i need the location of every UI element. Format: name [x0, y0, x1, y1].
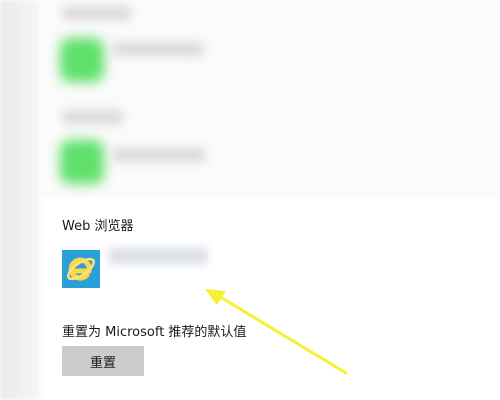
internet-explorer-icon	[62, 250, 100, 288]
blurred-app-name	[112, 42, 204, 56]
reset-button[interactable]: 重置	[62, 346, 144, 376]
blurred-app-icon	[60, 140, 104, 184]
blurred-left-panel	[0, 0, 40, 400]
web-browser-default-app-button[interactable]	[62, 247, 212, 289]
web-browser-heading: Web 浏览器	[62, 219, 134, 234]
reset-description: 重置为 Microsoft 推荐的默认值	[62, 325, 247, 340]
blurred-default-apps-region	[40, 0, 500, 198]
blurred-app-name	[112, 148, 206, 162]
blurred-section-heading	[62, 110, 124, 124]
blurred-section-heading	[62, 6, 132, 20]
blurred-browser-name	[108, 247, 208, 265]
blurred-app-icon	[60, 38, 104, 82]
